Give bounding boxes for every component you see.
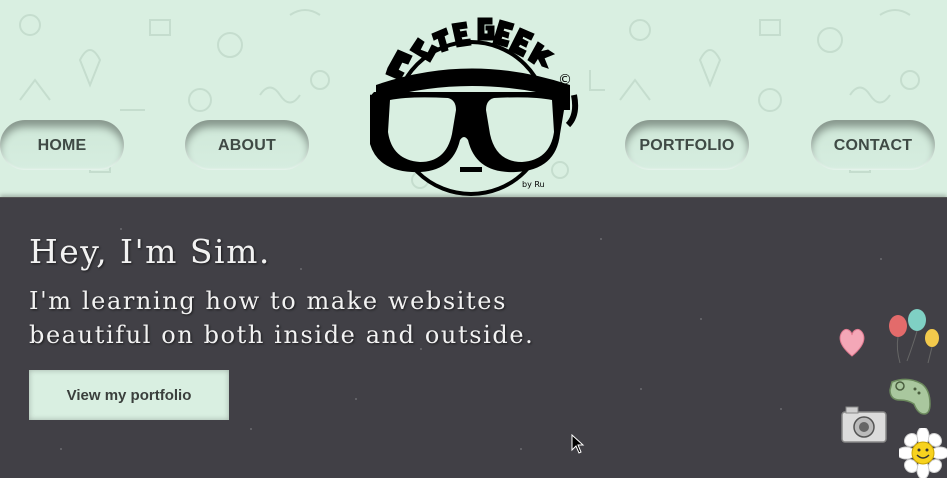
cute-geek-logo-icon: © by Ru <box>358 17 579 196</box>
nav-portfolio[interactable]: PORTFOLIO <box>625 120 749 170</box>
site-logo[interactable]: © by Ru <box>358 0 580 200</box>
game-controller-sticker-icon <box>889 378 931 415</box>
view-portfolio-button[interactable]: View my portfolio <box>29 370 229 420</box>
nav-about-label: ABOUT <box>218 137 276 154</box>
hero-subtitle-line2: beautiful on both inside and outside. <box>29 321 535 349</box>
logo-byline: by Ru <box>522 180 545 189</box>
nav-contact[interactable]: CONTACT <box>811 120 935 170</box>
nav-home[interactable]: HOME <box>0 120 124 170</box>
camera-sticker-icon <box>841 406 887 443</box>
nav-contact-label: CONTACT <box>833 137 913 154</box>
copyright-symbol: © <box>558 72 572 88</box>
mouse-cursor-icon <box>571 434 585 454</box>
hero-title: Hey, I'm Sim. <box>29 232 271 271</box>
view-portfolio-label: View my portfolio <box>66 386 192 404</box>
nav-about[interactable]: ABOUT <box>185 120 309 170</box>
daisy-smiley-sticker-icon <box>899 428 947 478</box>
hero-subtitle: I'm learning how to make websites beauti… <box>29 284 589 352</box>
nav-portfolio-label: PORTFOLIO <box>639 137 735 154</box>
heart-sticker-icon <box>839 328 865 357</box>
page: HOME ABOUT PORTFOLIO CONTACT © by Ru Hey… <box>0 0 947 478</box>
nav-home-label: HOME <box>37 137 87 154</box>
hero-subtitle-line1: I'm learning how to make websites <box>29 287 508 315</box>
balloons-sticker-icon <box>889 309 939 364</box>
hero-section: Hey, I'm Sim. I'm learning how to make w… <box>0 197 947 478</box>
